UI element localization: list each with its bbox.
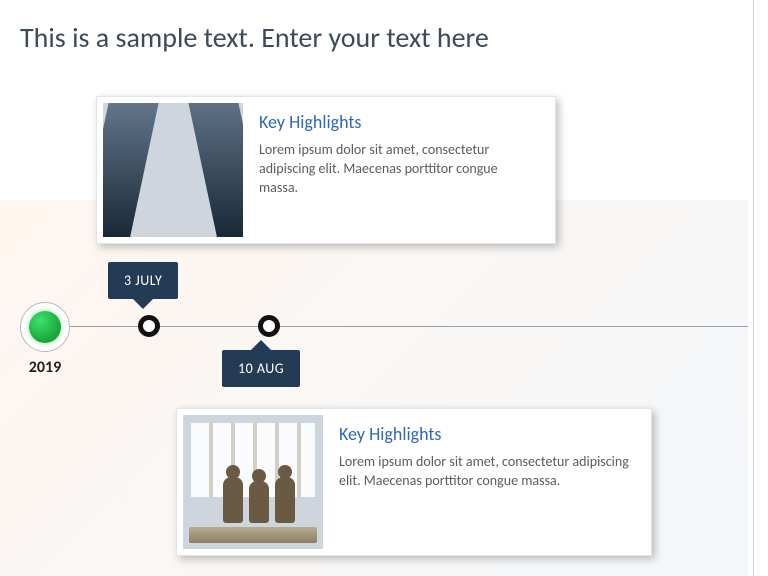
card-1-title[interactable]: Key Highlights bbox=[259, 111, 535, 133]
timeline-date-tag-2: 10 AUG bbox=[222, 350, 300, 387]
page-title[interactable]: This is a sample text. Enter your text h… bbox=[20, 20, 489, 55]
card-2-thumbnail bbox=[183, 415, 323, 549]
card-2-title[interactable]: Key Highlights bbox=[339, 423, 631, 445]
thumb-meeting-figure bbox=[249, 481, 269, 523]
thumb-meeting-table bbox=[189, 527, 318, 543]
card-2-description[interactable]: Lorem ipsum dolor sit amet, consectetur … bbox=[339, 453, 631, 491]
right-divider bbox=[753, 0, 754, 576]
highlight-card-2: Key Highlights Lorem ipsum dolor sit ame… bbox=[176, 408, 652, 556]
timeline-node-2 bbox=[258, 315, 280, 337]
timeline-date-label-2: 10 AUG bbox=[238, 360, 284, 377]
timeline-axis bbox=[28, 326, 748, 327]
card-1-thumbnail bbox=[103, 103, 243, 237]
thumb-meeting-figure bbox=[223, 477, 243, 523]
timeline-start-marker bbox=[20, 302, 70, 352]
thumb-meeting-figure bbox=[275, 477, 295, 523]
timeline-date-label-1: 3 JULY bbox=[124, 272, 162, 289]
timeline-node-1 bbox=[138, 315, 160, 337]
card-2-body: Key Highlights Lorem ipsum dolor sit ame… bbox=[323, 415, 645, 549]
timeline-start-dot-icon bbox=[29, 311, 61, 343]
card-1-body: Key Highlights Lorem ipsum dolor sit ame… bbox=[243, 103, 549, 237]
highlight-card-1: Key Highlights Lorem ipsum dolor sit ame… bbox=[96, 96, 556, 244]
card-1-description[interactable]: Lorem ipsum dolor sit amet, consectetur … bbox=[259, 141, 535, 198]
timeline-start-year: 2019 bbox=[20, 358, 70, 377]
timeline-date-tag-1: 3 JULY bbox=[108, 262, 178, 299]
